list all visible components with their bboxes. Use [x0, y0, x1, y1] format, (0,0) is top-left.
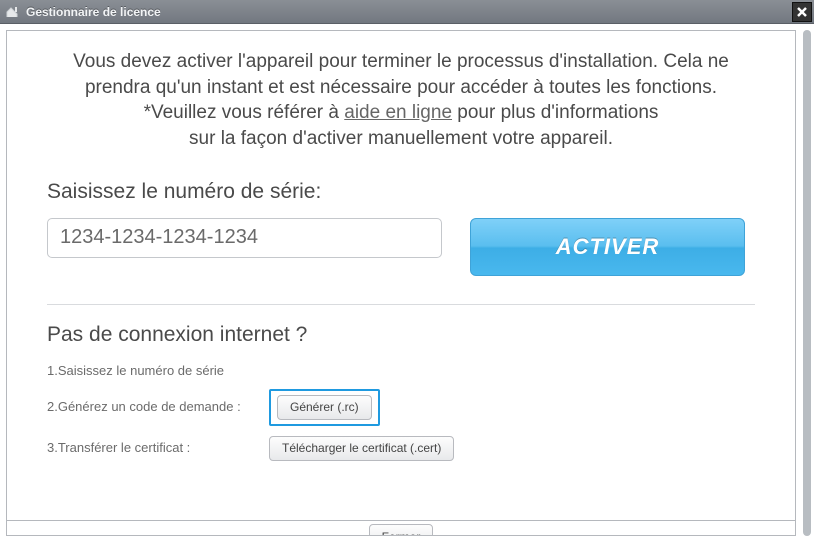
step3-text: 3.Transférer le certificat : — [47, 440, 255, 456]
upload-cert-button[interactable]: Télécharger le certificat (.cert) — [269, 436, 454, 461]
step1-text: 1.Saisissez le numéro de série — [47, 363, 255, 379]
intro-line1: Vous devez activer l'appareil pour termi… — [47, 49, 755, 100]
offline-heading: Pas de connexion internet ? — [47, 323, 755, 347]
offline-step-3: 3.Transférer le certificat : Télécharger… — [47, 436, 755, 461]
divider — [47, 304, 755, 305]
intro-text: Vous devez activer l'appareil pour termi… — [47, 49, 755, 152]
step2-text: 2.Générez un code de demande : — [47, 399, 255, 415]
app-icon — [4, 4, 20, 20]
footer-close-button[interactable]: Fermer — [369, 524, 434, 536]
dialog-body: Vous devez activer l'appareil pour termi… — [0, 24, 814, 542]
activate-button[interactable]: ACTIVER — [470, 218, 745, 276]
serial-input[interactable] — [47, 218, 442, 258]
scrollbar-thumb[interactable] — [803, 30, 811, 536]
scrollbar[interactable] — [802, 30, 812, 536]
serial-label: Saisissez le numéro de série: — [47, 180, 755, 204]
close-icon — [796, 6, 808, 18]
online-help-link[interactable]: aide en ligne — [344, 102, 452, 123]
offline-step-2: 2.Générez un code de demande : Générer (… — [47, 389, 755, 426]
content-panel: Vous devez activer l'appareil pour termi… — [6, 30, 796, 536]
generate-rc-button[interactable]: Générer (.rc) — [277, 395, 372, 420]
window-title: Gestionnaire de licence — [26, 5, 161, 19]
close-button[interactable] — [792, 2, 812, 22]
intro-line3: sur la façon d'activer manuellement votr… — [47, 126, 755, 152]
titlebar: Gestionnaire de licence — [0, 0, 814, 24]
generate-highlight: Générer (.rc) — [269, 389, 380, 426]
offline-step-1: 1.Saisissez le numéro de série — [47, 363, 755, 379]
intro-line2: *Veuillez vous référer à aide en ligne p… — [47, 100, 755, 126]
serial-row: ACTIVER — [47, 218, 755, 276]
bottom-bar: Fermer — [6, 520, 796, 536]
